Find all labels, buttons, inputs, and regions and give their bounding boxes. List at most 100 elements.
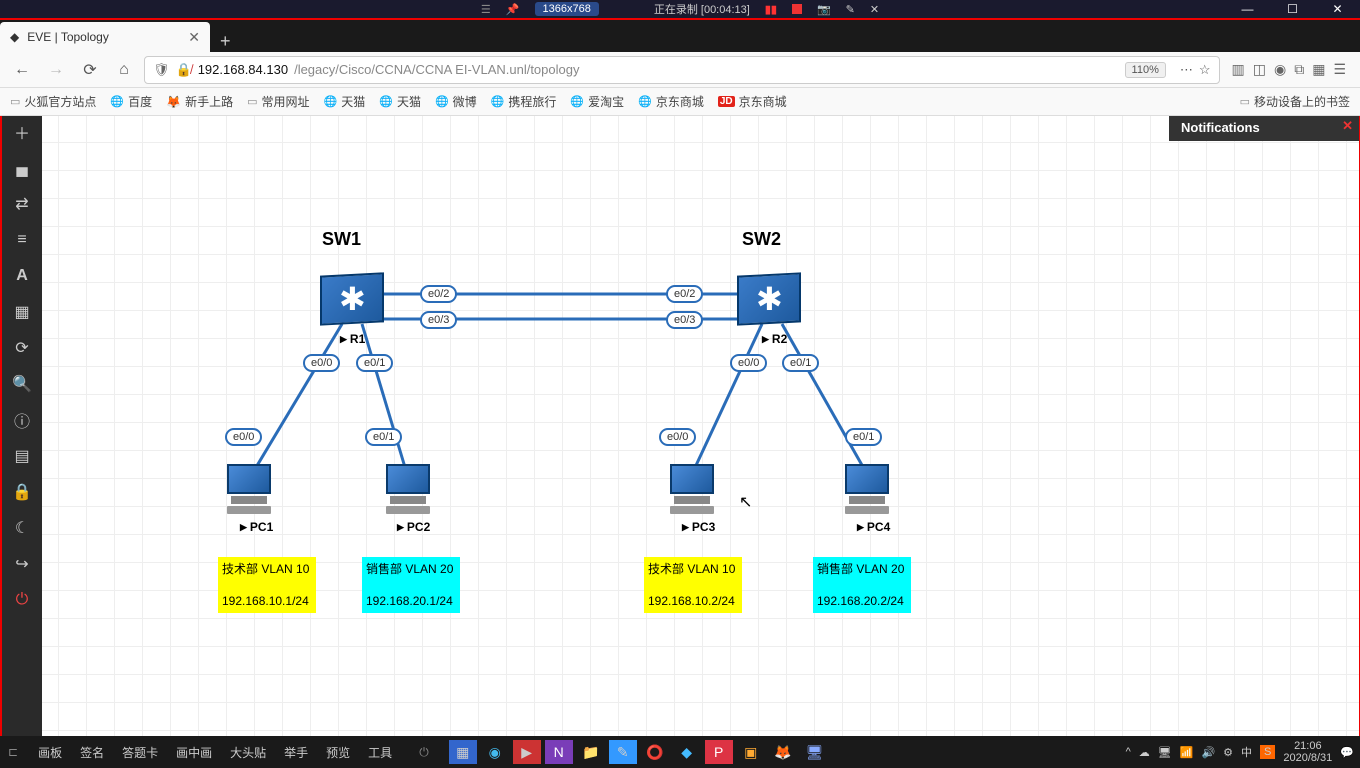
pin-icon[interactable]: 📌 (506, 3, 520, 16)
lock-icon[interactable]: 🔒̸ (176, 62, 192, 78)
tray-icon[interactable]: ☁ (1139, 746, 1150, 759)
tray-icon[interactable]: 🖥 (1158, 746, 1172, 759)
mobile-bookmarks[interactable]: ▭移动设备上的书签 (1240, 93, 1350, 110)
taskbar-item[interactable]: 举手 (284, 744, 308, 761)
app-icon[interactable]: 🦊 (769, 740, 797, 764)
bookmark-item[interactable]: 🌐携程旅行 (491, 93, 557, 110)
shield-icon[interactable]: 🛡 (153, 62, 170, 78)
power-icon[interactable]: ⏻ (419, 745, 429, 760)
stop-button[interactable] (792, 4, 802, 14)
screenshot-icon[interactable]: ⧉ (1294, 61, 1304, 78)
notifications-panel[interactable]: Notifications ✕ (1169, 114, 1359, 141)
vlan-note[interactable]: 技术部 VLAN 10192.168.10.1/24 (218, 557, 316, 613)
tray-icon[interactable]: 📶 (1180, 746, 1194, 759)
tray-icon[interactable]: ⚙ (1223, 746, 1233, 759)
reload-button[interactable]: ⟳ (76, 56, 104, 84)
maximize-button[interactable]: ☐ (1270, 0, 1315, 18)
notification-center-icon[interactable]: 💬 (1340, 746, 1354, 759)
power-icon[interactable]: ⏻ (2, 582, 42, 618)
switch-node-sw1[interactable] (320, 272, 384, 325)
app-icon[interactable]: 📁 (577, 740, 605, 764)
pc-node-pc2[interactable] (386, 464, 430, 514)
text-icon[interactable]: A (2, 258, 42, 294)
bookmark-item[interactable]: ▭火狐官方站点 (10, 93, 96, 110)
library-icon[interactable]: ▥ (1232, 61, 1245, 78)
info-icon[interactable]: ⓘ (2, 402, 42, 438)
tray-icon[interactable]: S (1260, 745, 1275, 759)
taskbar-item[interactable]: 答题卡 (122, 744, 158, 761)
menu-icon[interactable]: ☰ (481, 3, 491, 16)
app-icon[interactable]: 🖥 (801, 740, 829, 764)
vlan-note[interactable]: 技术部 VLAN 10192.168.10.2/24 (644, 557, 742, 613)
search-icon[interactable]: 🔍 (2, 366, 42, 402)
startup-icon[interactable]: ≡ (2, 222, 42, 258)
logout-icon[interactable]: ↪ (2, 546, 42, 582)
bookmark-item[interactable]: ▭常用网址 (247, 93, 309, 110)
taskbar-item[interactable]: 大头贴 (230, 744, 266, 761)
browser-tab[interactable]: ◆ EVE | Topology ✕ (0, 22, 210, 52)
minimize-button[interactable]: — (1225, 0, 1270, 18)
app-icon[interactable]: ⭕ (641, 740, 669, 764)
address-bar[interactable]: 🛡 🔒̸ 192.168.84.130/legacy/Cisco/CCNA/CC… (144, 56, 1220, 84)
bookmark-item[interactable]: 🌐百度 (110, 93, 152, 110)
bookmark-item[interactable]: 🌐天猫 (324, 93, 366, 110)
bookmark-item[interactable]: JD京东商城 (718, 93, 787, 110)
node-icon[interactable]: ▄ (2, 150, 42, 186)
app-icon[interactable]: ◉ (481, 740, 509, 764)
sidebar-icon[interactable]: ◫ (1253, 61, 1266, 78)
refresh-icon[interactable]: ⟳ (2, 330, 42, 366)
app-icon[interactable]: ◆ (673, 740, 701, 764)
bookmark-star-icon[interactable]: ☆ (1199, 62, 1211, 78)
close-icon[interactable]: ✕ (1342, 118, 1353, 134)
tray-icon[interactable]: 🔊 (1201, 746, 1215, 759)
pc-node-pc1[interactable] (227, 464, 271, 514)
tray-ime[interactable]: 中 (1241, 744, 1252, 760)
tray-icon[interactable]: ^ (1126, 746, 1131, 758)
app-icon[interactable]: P (705, 740, 733, 764)
details-icon[interactable]: ▤ (2, 438, 42, 474)
vlan-note[interactable]: 销售部 VLAN 20192.168.20.2/24 (813, 557, 911, 613)
app-icon[interactable]: ▦ (449, 740, 477, 764)
forward-button[interactable]: → (42, 56, 70, 84)
back-button[interactable]: ← (8, 56, 36, 84)
taskbar-item[interactable]: 预览 (326, 744, 350, 761)
more-icon[interactable]: ⋯ (1180, 62, 1193, 78)
home-button[interactable]: ⌂ (110, 56, 138, 84)
pc-node-pc3[interactable] (670, 464, 714, 514)
pc-node-pc4[interactable] (845, 464, 889, 514)
close-rec-icon[interactable]: ✕ (870, 3, 879, 16)
menu-icon[interactable]: ☰ (1333, 61, 1346, 78)
expand-icon[interactable]: ⊏ (0, 745, 26, 759)
taskbar-item[interactable]: 画中画 (176, 744, 212, 761)
bookmark-item[interactable]: 🦊新手上路 (166, 93, 233, 110)
app-icon[interactable]: N (545, 740, 573, 764)
vlan-note[interactable]: 销售部 VLAN 20192.168.20.1/24 (362, 557, 460, 613)
new-tab-button[interactable]: + (210, 31, 241, 52)
tab-close-icon[interactable]: ✕ (188, 29, 200, 46)
bookmark-item[interactable]: 🌐微博 (435, 93, 477, 110)
dark-icon[interactable]: ☾ (2, 510, 42, 546)
app-icon[interactable]: ✎ (609, 740, 637, 764)
bookmark-item[interactable]: 🌐天猫 (379, 93, 421, 110)
edit-icon[interactable]: ✎ (846, 3, 855, 16)
add-node-icon[interactable]: ＋ (2, 114, 42, 150)
network-icon[interactable]: ⇄ (2, 186, 42, 222)
topology-canvas[interactable]: SW1 R1 SW2 R2 e0/2 e0/3 e0/2 e0/3 e0/0 e… (42, 114, 1359, 736)
extensions-icon[interactable]: ▦ (1312, 61, 1325, 78)
app-icon[interactable]: ▶ (513, 740, 541, 764)
pictures-icon[interactable]: ▦ (2, 294, 42, 330)
clock[interactable]: 21:06 2020/8/31 (1283, 740, 1332, 764)
app-icon[interactable]: ▣ (737, 740, 765, 764)
bookmark-item[interactable]: 🌐京东商城 (638, 93, 704, 110)
taskbar-item[interactable]: 画板 (38, 744, 62, 761)
pause-button[interactable]: ▮▮ (765, 3, 777, 16)
taskbar-item[interactable]: 工具 (368, 744, 392, 761)
taskbar-item[interactable]: 签名 (80, 744, 104, 761)
account-icon[interactable]: ◉ (1274, 61, 1286, 78)
camera-icon[interactable]: 📷 (817, 3, 831, 16)
close-button[interactable]: ✕ (1315, 0, 1360, 18)
lock-icon[interactable]: 🔒 (2, 474, 42, 510)
bookmark-item[interactable]: 🌐爱淘宝 (570, 93, 624, 110)
switch-node-sw2[interactable] (737, 272, 801, 325)
zoom-badge[interactable]: 110% (1125, 62, 1166, 78)
